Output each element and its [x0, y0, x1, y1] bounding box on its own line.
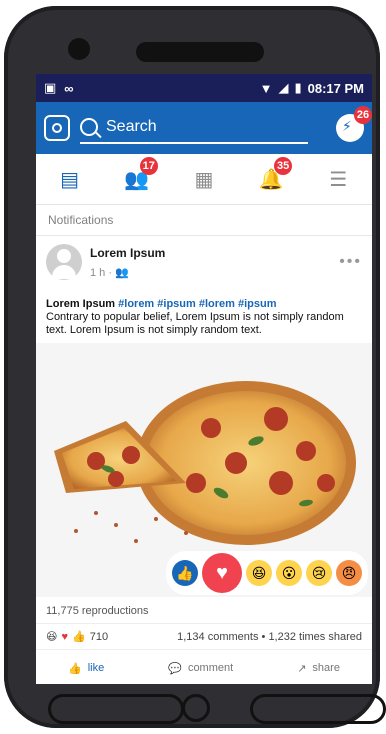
- speaker-grille: [136, 42, 264, 62]
- messenger-icon[interactable]: 26: [336, 106, 372, 142]
- share-button[interactable]: ↗ share: [297, 662, 340, 675]
- friends-icon[interactable]: 👥 17: [124, 157, 158, 191]
- more-options-icon[interactable]: •••: [339, 253, 362, 271]
- comment-label: comment: [187, 662, 234, 674]
- wow-reaction-icon[interactable]: 😮: [276, 560, 302, 586]
- phone-screen: ▣ ∞ ▼ ◢ ▮ 08:17 PM Search 26 ▤ 👥 17: [36, 74, 372, 684]
- search-icon: [80, 118, 98, 136]
- friends-badge: 17: [139, 157, 158, 175]
- voicemail-icon: ∞: [64, 80, 74, 96]
- battery-icon: ▮: [294, 80, 302, 95]
- reaction-picker: 👍 ♥ 😆 😮 😢 😠: [166, 551, 368, 595]
- post-header: Lorem Ipsum 1 h · 👥 •••: [36, 236, 372, 280]
- post-actions: 👍 like 💬 comment ↗ share: [36, 649, 372, 684]
- status-bar: ▣ ∞ ▼ ◢ ▮ 08:17 PM: [36, 74, 372, 102]
- comment-button[interactable]: 💬 comment: [168, 662, 233, 675]
- section-title: Notifications: [36, 205, 372, 236]
- reproductions-count: 11,775 reproductions: [36, 597, 372, 624]
- reaction-count: 710: [89, 630, 109, 643]
- comment-icon: 💬: [168, 662, 182, 675]
- messenger-badge: 26: [354, 106, 372, 124]
- post-image[interactable]: 👍 ♥ 😆 😮 😢 😠: [36, 343, 372, 597]
- share-icon: ↗: [297, 662, 307, 675]
- newsfeed-icon[interactable]: ▤: [57, 167, 83, 191]
- post-meta: 1 h · 👥: [90, 266, 165, 279]
- stats-row: 😆 ♥ 👍 710 1,134 comments • 1,232 times s…: [36, 624, 372, 649]
- post-time: 1 h: [90, 266, 106, 279]
- like-label: like: [87, 662, 105, 674]
- marketplace-icon[interactable]: ▦: [191, 167, 217, 191]
- status-time: 08:17 PM: [307, 80, 364, 96]
- notifications-bell-icon[interactable]: 🔔 35: [258, 157, 293, 191]
- love-mini-icon: ♥: [61, 630, 68, 643]
- phone-frame: ▣ ∞ ▼ ◢ ▮ 08:17 PM Search 26 ▤ 👥 17: [4, 6, 386, 728]
- shares-count[interactable]: 1,232 times shared: [268, 631, 362, 643]
- friends-privacy-icon: · 👥: [108, 266, 129, 279]
- comments-count[interactable]: 1,134 comments: [177, 631, 258, 643]
- engagement-summary: 1,134 comments • 1,232 times shared: [177, 631, 362, 643]
- reaction-summary[interactable]: 😆 ♥ 👍 710: [46, 630, 109, 644]
- recent-apps-button[interactable]: [250, 694, 386, 724]
- share-label: share: [312, 662, 340, 674]
- notifications-badge: 35: [274, 157, 293, 175]
- caption-author: Lorem Ipsum: [46, 298, 116, 310]
- post-author-name[interactable]: Lorem Ipsum: [90, 246, 165, 260]
- camera-icon[interactable]: [44, 115, 70, 141]
- search-label: Search: [106, 118, 157, 135]
- front-camera: [68, 38, 90, 60]
- caption-body: Contrary to popular belief, Lorem Ipsum …: [46, 311, 344, 336]
- post-caption: Lorem Ipsum #lorem #ipsum #lorem #ipsum …: [36, 280, 372, 337]
- home-button[interactable]: [182, 694, 210, 722]
- sad-reaction-icon[interactable]: 😢: [306, 560, 332, 586]
- search-input[interactable]: Search: [80, 112, 308, 144]
- like-reaction-icon[interactable]: 👍: [172, 560, 198, 586]
- like-mini-icon: 👍: [72, 631, 86, 643]
- back-button[interactable]: [48, 694, 184, 724]
- post-author-block: Lorem Ipsum 1 h · 👥: [90, 246, 165, 279]
- angry-reaction-icon[interactable]: 😠: [336, 560, 362, 586]
- menu-icon[interactable]: ☰: [325, 167, 351, 191]
- signal-icon: ◢: [278, 80, 289, 95]
- like-button[interactable]: 👍 like: [68, 662, 104, 675]
- love-reaction-icon[interactable]: ♥: [202, 553, 242, 593]
- caption-tags[interactable]: #lorem #ipsum #lorem #ipsum: [118, 298, 276, 310]
- top-bar: Search 26: [36, 102, 372, 154]
- haha-reaction-icon[interactable]: 😆: [246, 560, 272, 586]
- avatar[interactable]: [46, 244, 82, 280]
- wifi-icon: ▼: [259, 80, 273, 96]
- gallery-icon: ▣: [44, 80, 57, 95]
- thumbs-up-icon: 👍: [68, 662, 82, 675]
- nav-tabs: ▤ 👥 17 ▦ 🔔 35 ☰: [36, 154, 372, 205]
- haha-mini-icon: 😆: [46, 631, 58, 643]
